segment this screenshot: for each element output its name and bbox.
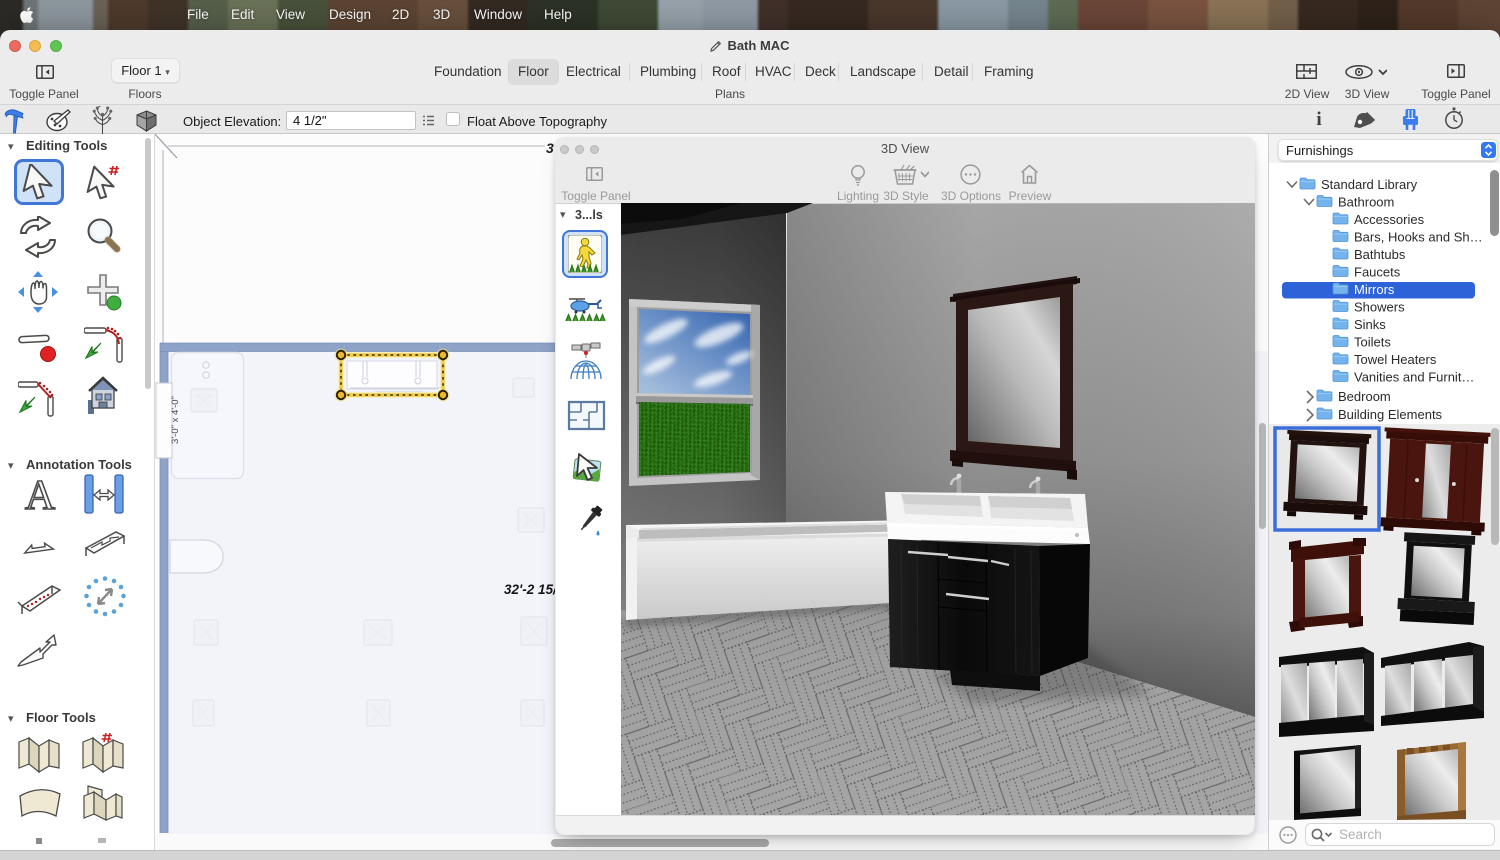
svg-text:Mirrors: Mirrors <box>1354 282 1395 297</box>
svg-text:Toilets: Toilets <box>1354 335 1391 350</box>
svg-text:Accessories: Accessories <box>1354 212 1425 227</box>
svg-text:3: 3 <box>546 140 554 156</box>
svg-text:Vanities and Furnit…: Vanities and Furnit… <box>1354 370 1474 385</box>
svg-text:Towel Heaters: Towel Heaters <box>1354 352 1437 367</box>
svg-text:Building Elements: Building Elements <box>1338 407 1443 422</box>
svg-text:Bathroom: Bathroom <box>1338 195 1394 210</box>
svg-text:Standard Library: Standard Library <box>1321 177 1418 192</box>
svg-text:A: A <box>25 475 56 515</box>
svg-text:Showers: Showers <box>1354 300 1405 315</box>
svg-text:3'-0" x 4'-0": 3'-0" x 4'-0" <box>170 396 181 444</box>
svg-text:Faucets: Faucets <box>1354 265 1401 280</box>
svg-text:Bars, Hooks and Sh…: Bars, Hooks and Sh… <box>1354 230 1483 245</box>
svg-text:Sinks: Sinks <box>1354 317 1386 332</box>
svg-text:Bedroom: Bedroom <box>1338 389 1391 404</box>
svg-text:Bathtubs: Bathtubs <box>1354 247 1406 262</box>
